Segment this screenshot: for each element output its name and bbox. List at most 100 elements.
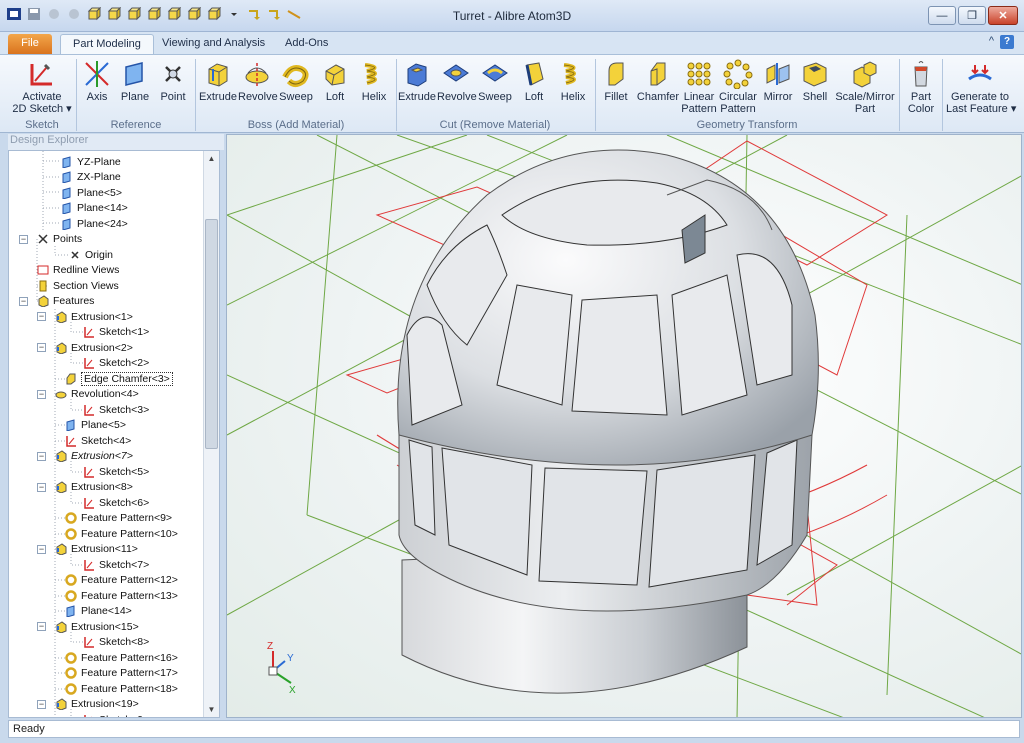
tree-item[interactable]: Sketch<5> — [83, 464, 149, 479]
tree-expander[interactable]: − — [37, 544, 46, 554]
ribbon-tab-row: File Part Modeling Viewing and Analysis … — [0, 32, 1024, 54]
points-icon — [37, 233, 49, 245]
tab-viewing-and-analysis[interactable]: Viewing and Analysis — [150, 34, 277, 54]
tree-item[interactable]: Sketch<9> — [83, 712, 149, 717]
plane-button[interactable]: Plane — [118, 57, 152, 117]
group-separator — [595, 59, 596, 131]
tree-item[interactable]: Feature Pattern<12> — [65, 573, 178, 588]
linear-pattern-button[interactable]: Linear Pattern — [681, 57, 717, 117]
tree-item[interactable]: Feature Pattern<10> — [65, 526, 178, 541]
cut-loft-icon — [525, 62, 544, 86]
design-explorer-header: Design Explorer — [8, 134, 224, 150]
shell-button[interactable]: Shell — [798, 57, 832, 117]
tree-item[interactable]: Plane<24> — [61, 216, 128, 231]
boss-helix-button[interactable]: Helix — [355, 57, 393, 117]
tree-item[interactable]: Plane<5> — [61, 185, 122, 200]
tree-item[interactable]: Section Views — [37, 278, 119, 293]
boss-extrude-button[interactable]: Extrude — [199, 57, 237, 117]
tree-item[interactable]: Feature Pattern<9> — [65, 511, 172, 526]
tree-item[interactable]: Sketch<4> — [65, 433, 131, 448]
tree-expander[interactable]: − — [37, 699, 46, 709]
restore-button[interactable]: ❐ — [958, 6, 986, 25]
tree-item[interactable]: ZX-Plane — [61, 170, 121, 185]
circular-pattern-button[interactable]: Circular Pattern — [718, 57, 758, 117]
design-explorer-tree[interactable]: YZ-Plane ZX-Plane Plane<5> Plane<14> Plane<2… — [8, 150, 220, 718]
tree-expander[interactable]: − — [37, 482, 46, 492]
tree-expander[interactable]: − — [19, 296, 28, 306]
cut-extrude-button[interactable]: Extrude — [398, 57, 436, 117]
explorer-scrollbar[interactable]: ▲ ▼ — [203, 151, 219, 717]
tree-item[interactable]: Extrusion<1> — [55, 309, 133, 324]
tree-item-label: Plane<14> — [77, 202, 128, 214]
tree-item[interactable]: Features — [37, 294, 94, 309]
tree-item[interactable]: Feature Pattern<17> — [65, 666, 178, 681]
mirror-button[interactable]: Mirror — [760, 57, 796, 117]
chamfer-button[interactable]: Chamfer — [636, 57, 680, 117]
tree-item[interactable]: Feature Pattern<13> — [65, 588, 178, 603]
tree-item[interactable]: Extrusion<7> — [55, 449, 133, 464]
coordinate-triad: Z Y X — [267, 641, 296, 696]
tree-item[interactable]: Extrusion<8> — [55, 480, 133, 495]
tree-item[interactable]: Revolution<4> — [55, 387, 139, 402]
minimize-button[interactable]: — — [928, 6, 956, 25]
boss-revolve-button[interactable]: Revolve — [238, 57, 278, 117]
boss-sweep-button[interactable]: Sweep — [277, 57, 315, 117]
point-button[interactable]: Point — [156, 57, 190, 117]
ribbon-collapse-icon[interactable]: ^ — [989, 35, 994, 47]
cut-loft-button[interactable]: Loft — [515, 57, 553, 117]
tree-expander[interactable]: − — [37, 622, 46, 631]
scale-mirror-part-button[interactable]: Scale/Mirror Part — [834, 57, 896, 117]
plane-icon — [61, 171, 73, 184]
tree-item[interactable]: Points — [37, 232, 82, 247]
tab-part-modeling[interactable]: Part Modeling — [60, 34, 154, 54]
axis-button[interactable]: Axis — [80, 57, 114, 117]
extrusion-icon — [55, 481, 67, 494]
close-button[interactable]: ✕ — [988, 6, 1018, 25]
tree-item[interactable]: Edge Chamfer<3> — [65, 371, 173, 386]
fillet-button[interactable]: Fillet — [598, 57, 634, 117]
tree-expander[interactable]: − — [19, 234, 28, 244]
tree-item[interactable]: Origin — [69, 247, 113, 262]
scroll-up-arrow-icon[interactable]: ▲ — [204, 151, 219, 166]
tree-item[interactable]: Sketch<8> — [83, 635, 149, 650]
tree-item[interactable]: Extrusion<2> — [55, 340, 133, 355]
tree-item[interactable]: Extrusion<15> — [55, 619, 139, 634]
tree-item[interactable]: YZ-Plane — [61, 154, 121, 169]
3d-viewport[interactable]: Z Y X — [226, 134, 1022, 718]
tree-item[interactable]: Sketch<2> — [83, 356, 149, 371]
activate-2d-sketch-button[interactable]: Activate 2D Sketch ▾ — [12, 57, 72, 117]
tree-item[interactable]: Extrusion<11> — [55, 542, 138, 557]
cut-helix-button[interactable]: Helix — [554, 57, 592, 117]
tab-add-ons[interactable]: Add-Ons — [273, 34, 340, 54]
tree-item-label: Sketch<3> — [99, 403, 150, 416]
tree-expander[interactable]: − — [37, 451, 46, 461]
tree-item[interactable]: Sketch<3> — [83, 402, 149, 417]
tree-item[interactable]: Plane<5> — [65, 418, 126, 433]
pattern-icon — [65, 682, 77, 695]
tree-item[interactable]: Feature Pattern<16> — [65, 650, 178, 665]
tab-file[interactable]: File — [8, 34, 52, 54]
tree-item[interactable]: Plane<14> — [61, 201, 128, 216]
tree-item[interactable]: Redline Views — [37, 263, 119, 278]
tree-item[interactable]: Extrusion<19> — [55, 697, 139, 712]
tree-expander[interactable]: − — [37, 389, 46, 399]
part-color-button[interactable]: Part Color — [902, 57, 940, 117]
tree-item[interactable]: Plane<14> — [65, 604, 132, 619]
tree-item[interactable]: Feature Pattern<18> — [65, 681, 178, 696]
group-separator — [942, 59, 943, 131]
tree-item[interactable]: Sketch<7> — [83, 557, 149, 572]
boss-loft-button[interactable]: Loft — [316, 57, 354, 117]
scroll-down-arrow-icon[interactable]: ▼ — [204, 702, 219, 717]
tree-item[interactable]: Sketch<1> — [83, 325, 149, 340]
generate-to-last-feature-button[interactable]: Generate to Last Feature ▾ — [946, 57, 1016, 117]
tree-expander[interactable]: − — [37, 312, 46, 321]
scroll-thumb[interactable] — [205, 219, 218, 449]
help-icon[interactable]: ? — [1000, 35, 1014, 49]
tree-expander[interactable]: − — [37, 343, 46, 352]
cut-sweep-button[interactable]: Sweep — [476, 57, 514, 117]
features-icon — [37, 295, 49, 308]
point-icon — [69, 249, 81, 261]
model-canvas[interactable]: Z Y X — [227, 135, 1022, 718]
cut-revolve-button[interactable]: Revolve — [437, 57, 477, 117]
tree-item[interactable]: Sketch<6> — [83, 495, 149, 510]
